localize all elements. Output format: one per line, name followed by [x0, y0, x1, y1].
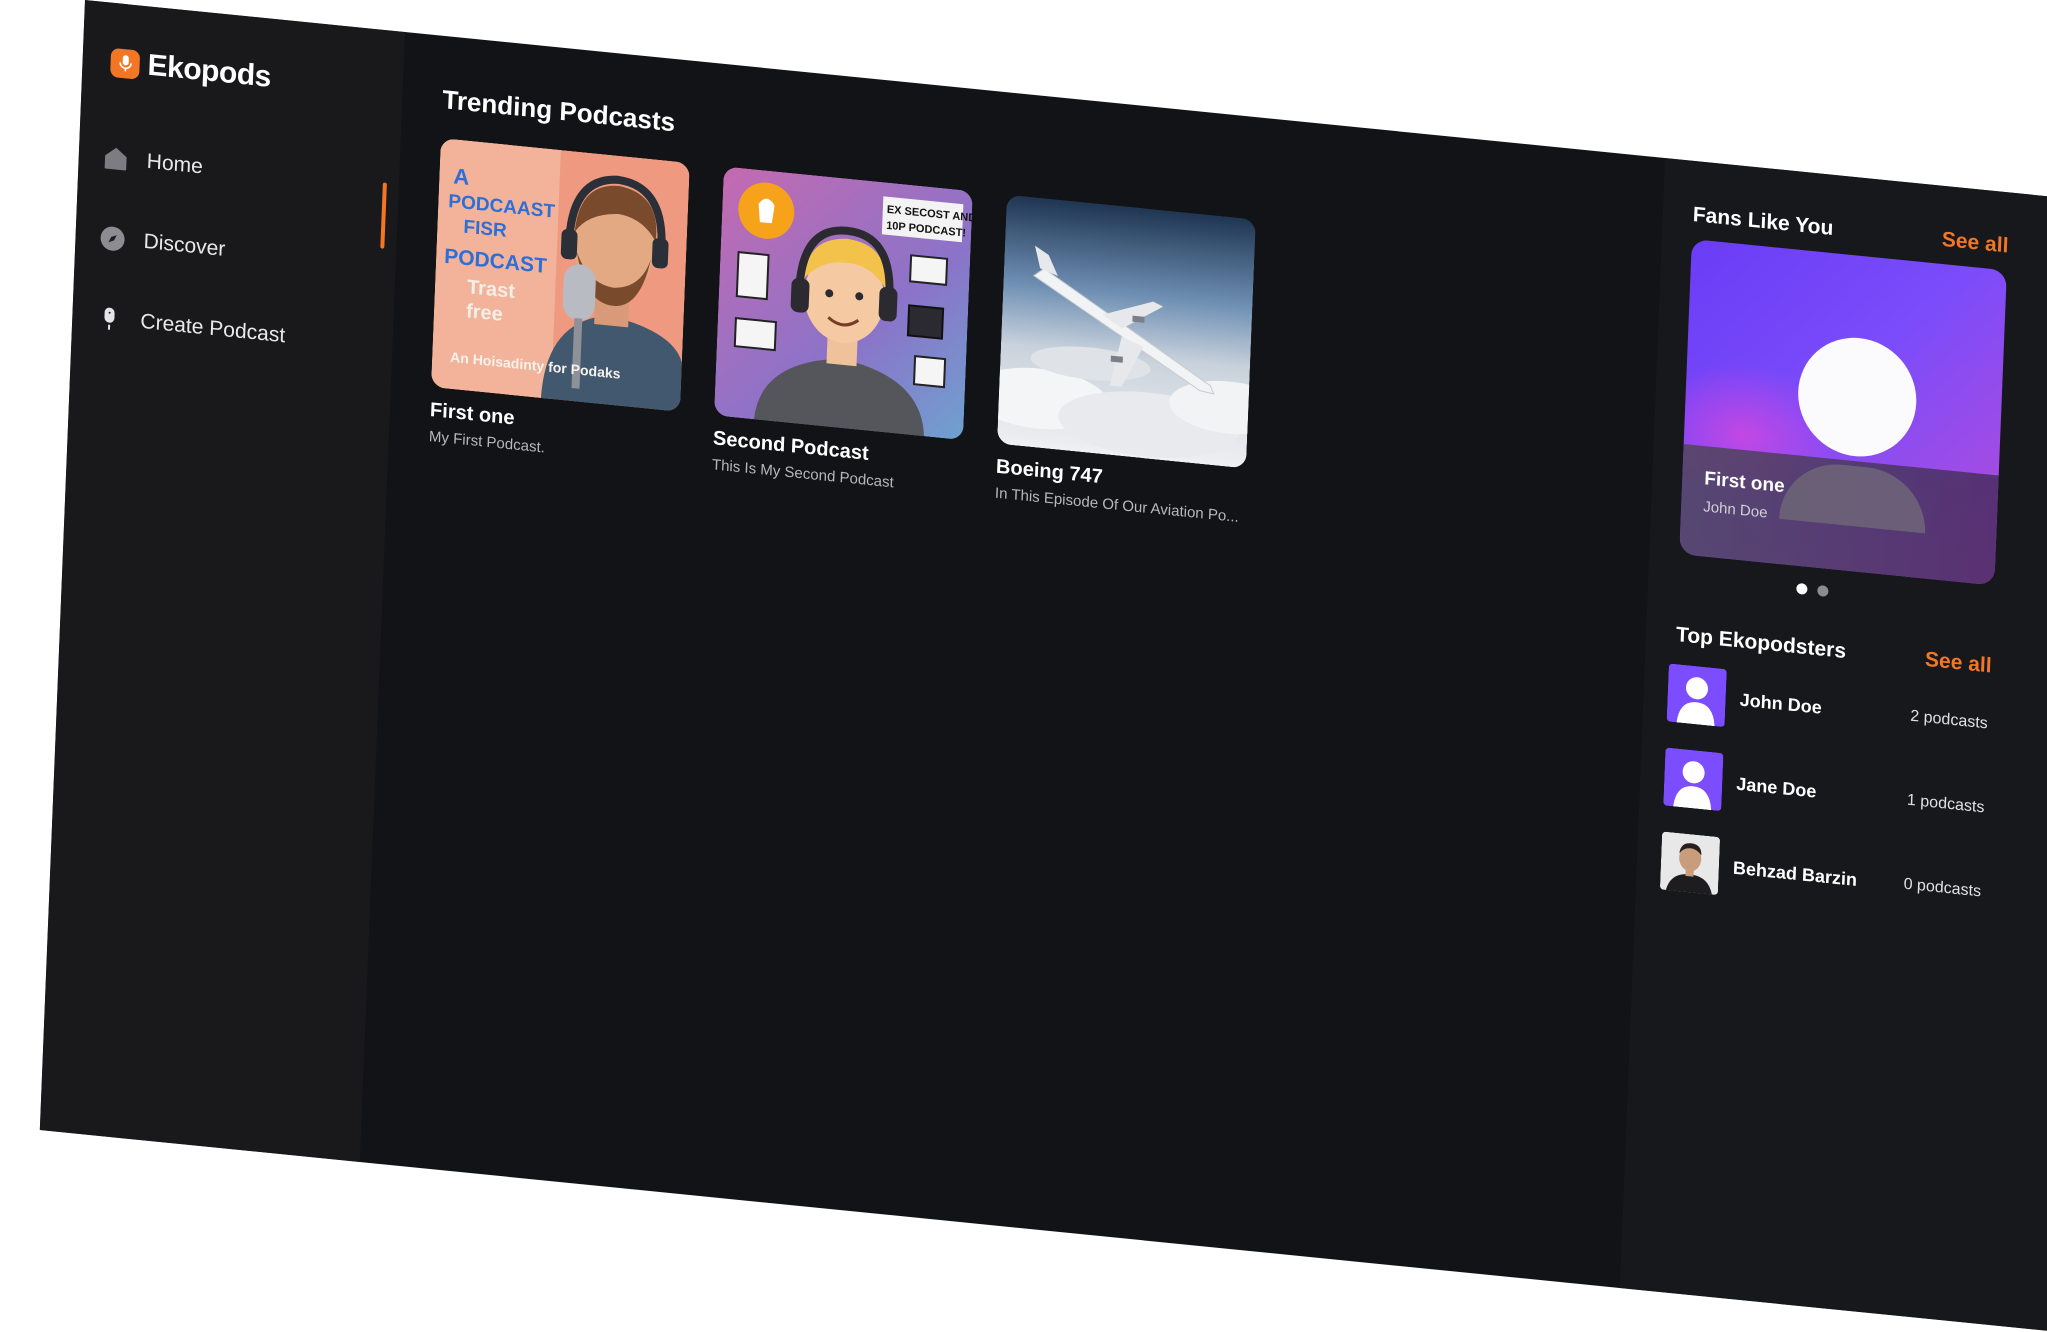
home-icon — [102, 144, 129, 173]
fan-card-overlay: First one John Doe — [1679, 444, 1998, 586]
microphone-icon — [96, 304, 123, 333]
podcast-cover-image: A PODCAAST FISR PODCAST Trast free An Ho… — [431, 138, 690, 412]
nav-item-home[interactable]: Home — [102, 144, 203, 180]
active-indicator — [380, 182, 387, 248]
svg-text:free: free — [466, 300, 504, 326]
carousel-dot-1[interactable] — [1796, 583, 1807, 595]
svg-text:Trast: Trast — [467, 276, 516, 303]
app-window: Ekopods Home Discover — [40, 0, 2047, 1332]
nav-item-create-podcast[interactable]: Create Podcast — [96, 304, 286, 349]
top-user-row[interactable]: Behzad Barzin 0 podcasts — [1660, 830, 1982, 922]
svg-text:A: A — [453, 163, 470, 190]
nav-item-label: Home — [146, 150, 203, 180]
user-photo-avatar — [1660, 831, 1720, 895]
podcast-card[interactable]: EX SECOST AND 10P PODCAST! — [712, 166, 973, 498]
nav-item-label: Discover — [143, 230, 226, 262]
nav-item-label: Create Podcast — [140, 310, 286, 348]
top-user-podcast-count: 1 podcasts — [1907, 792, 1985, 818]
app-logo[interactable]: Ekopods — [110, 45, 272, 95]
see-all-ekopodsters-link[interactable]: See all — [1925, 648, 1993, 679]
svg-text:FISR: FISR — [463, 217, 507, 242]
fan-carousel-card[interactable]: First one John Doe — [1679, 239, 2007, 586]
top-user-podcast-count: 2 podcasts — [1910, 708, 1988, 734]
panel-title-top-ekopodsters: Top Ekopodsters — [1676, 623, 1847, 664]
podcast-card[interactable]: Boeing 747 In This Episode Of Our Aviati… — [995, 195, 1256, 527]
fan-card-title: First one — [1704, 468, 1785, 498]
top-user-row[interactable]: John Doe 2 podcasts — [1667, 662, 1989, 754]
nav-item-discover[interactable]: Discover — [99, 224, 226, 263]
panel-title-fans: Fans Like You — [1692, 203, 1833, 241]
right-panel: Fans Like You See all First one John Doe… — [1620, 158, 2047, 1332]
default-avatar-icon — [1667, 663, 1727, 727]
default-avatar-icon — [1663, 747, 1723, 811]
top-user-name: Behzad Barzin — [1733, 857, 1904, 895]
top-user-name: John Doe — [1739, 689, 1910, 727]
top-user-row[interactable]: Jane Doe 1 podcasts — [1663, 746, 1985, 838]
compass-icon — [99, 224, 126, 253]
sidebar: Ekopods Home Discover — [40, 0, 405, 1162]
app-name: Ekopods — [147, 49, 272, 95]
podcast-card[interactable]: A PODCAAST FISR PODCAST Trast free An Ho… — [429, 138, 690, 470]
section-title-trending: Trending Podcasts — [442, 84, 676, 138]
podcast-cover-image — [997, 195, 1256, 469]
main-content: Trending Podcasts A P — [360, 32, 1665, 1288]
top-user-name: Jane Doe — [1736, 773, 1907, 811]
see-all-fans-link[interactable]: See all — [1941, 228, 2009, 259]
fan-card-subtitle: John Doe — [1703, 498, 1768, 521]
podcast-cover-image: EX SECOST AND 10P PODCAST! — [714, 166, 973, 440]
top-user-podcast-count: 0 podcasts — [1903, 876, 1981, 902]
carousel-dot-2[interactable] — [1817, 585, 1828, 597]
microphone-icon — [110, 47, 140, 79]
carousel-dots — [1796, 583, 1828, 597]
